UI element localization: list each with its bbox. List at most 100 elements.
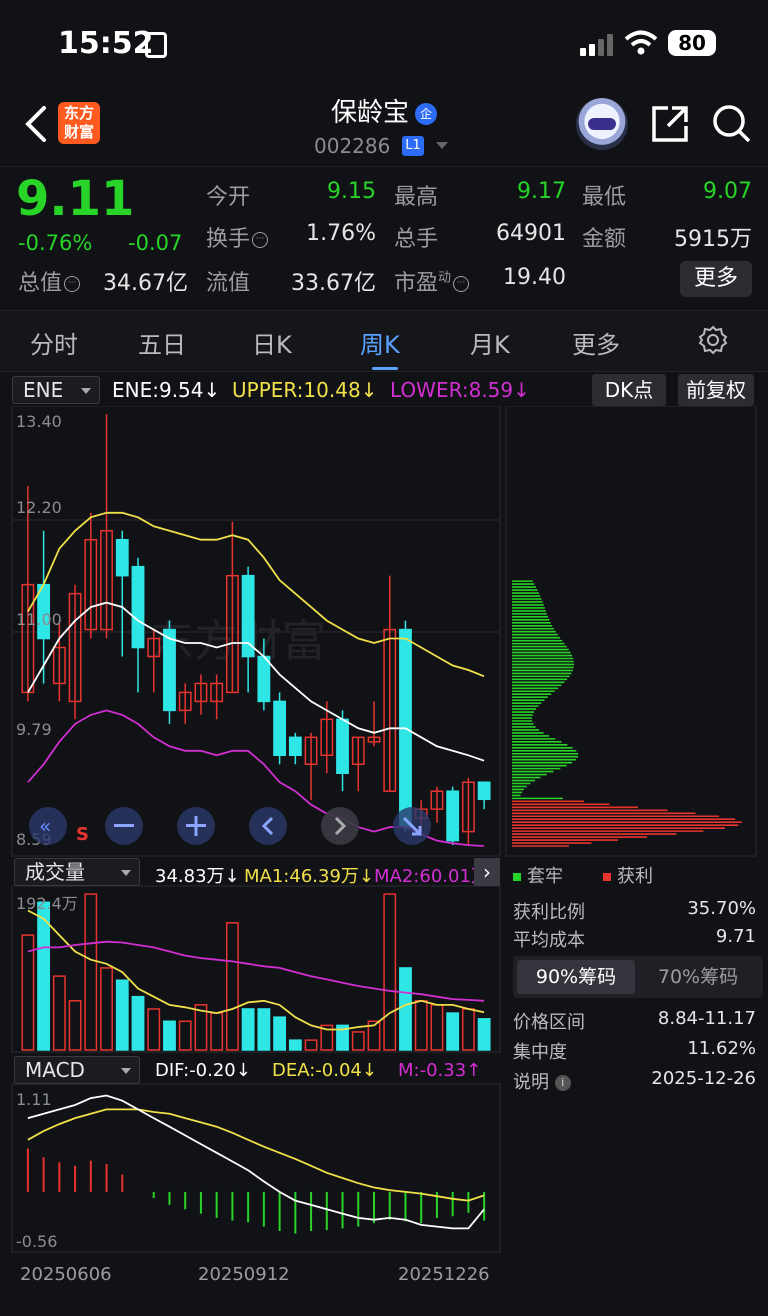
volume-value: 34.83万↓ <box>155 866 240 887</box>
stock-code: 002286 <box>314 134 391 158</box>
info-icon: ··· <box>453 276 470 292</box>
candle-body <box>288 736 302 757</box>
vol-ma2-value: MA2:60.01万 <box>374 866 489 887</box>
volume-indicator-select[interactable]: 成交量 <box>14 858 140 886</box>
turnover-label[interactable]: 换手 ··· <box>206 221 269 253</box>
price-range-value: 8.84-11.17 <box>657 1008 756 1029</box>
move-right-icon <box>321 807 359 845</box>
zoom-out-icon <box>105 807 143 845</box>
mktcap-value: 34.67亿 <box>103 271 188 296</box>
macd-indicator-select[interactable]: MACD <box>14 1056 140 1084</box>
reset-icon <box>393 807 431 845</box>
legend-trapped: 套牢 <box>513 862 563 888</box>
volume-value: 64901 <box>496 221 566 246</box>
tab-more[interactable]: 更多 <box>572 325 620 360</box>
volume-bar <box>257 1008 271 1051</box>
candle-body <box>336 718 349 775</box>
expand-arrow-icon[interactable]: › <box>474 858 500 886</box>
volume-bar <box>115 979 129 1051</box>
info-icon: ··· <box>252 232 269 248</box>
tab-monthly-k[interactable]: 月K <box>470 325 510 360</box>
chip-tabs: 90%筹码 70%筹码 <box>513 956 763 998</box>
candle-body <box>257 655 271 703</box>
tab-intraday[interactable]: 分时 <box>30 325 78 360</box>
volume-bar <box>461 1008 475 1051</box>
tab-chip-90[interactable]: 90%筹码 <box>517 960 635 994</box>
candle-body <box>163 628 176 712</box>
concentration-label: 集中度 <box>513 1042 567 1063</box>
svg-text:«: « <box>39 814 51 838</box>
avg-cost-label: 平均成本 <box>513 930 585 951</box>
zoom-in-icon <box>177 807 215 845</box>
dropdown-caret-icon[interactable] <box>436 142 448 149</box>
adjust-button[interactable]: 前复权 <box>678 374 754 406</box>
dif-value: DIF:-0.20↓ <box>155 1060 251 1081</box>
volume-bar <box>477 1018 491 1051</box>
volume-label: 总手 <box>394 227 439 252</box>
search-icon[interactable] <box>712 104 752 144</box>
volume-bar <box>37 901 51 1051</box>
candle-body <box>131 565 145 649</box>
low-label: 最低 <box>582 185 627 210</box>
svg-text:S: S <box>76 824 89 845</box>
macd-axis-bottom: -0.56 <box>16 1232 58 1251</box>
turnover-value: 1.76% <box>306 221 376 246</box>
tab-daily-k[interactable]: 日K <box>252 325 292 360</box>
ene-value: ENE:9.54↓ <box>112 378 221 402</box>
upper-value: UPPER:10.48↓ <box>232 378 378 402</box>
chart-controls: « S <box>29 807 431 845</box>
macd-axis-top: 1.11 <box>16 1090 52 1109</box>
enterprise-badge-icon: 企 <box>415 102 437 125</box>
volume-bar <box>163 1020 176 1051</box>
explain-label[interactable]: 说明 i <box>513 1068 571 1094</box>
stock-name-text: 保龄宝 <box>330 98 409 128</box>
dk-point-button[interactable]: DK点 <box>592 374 666 406</box>
pe-value: 19.40 <box>503 265 566 290</box>
profit-ratio-label: 获利比例 <box>513 902 585 923</box>
volume-bar <box>414 1000 428 1051</box>
volume-bar <box>351 1031 365 1051</box>
high-value: 9.17 <box>517 179 566 204</box>
avg-cost-value: 9.71 <box>715 926 756 947</box>
price-axis-label: 12.20 <box>16 498 62 517</box>
kline-chart[interactable]: 东方财富 <box>0 406 768 1302</box>
candle-body <box>477 781 491 801</box>
ai-assistant-robot-icon[interactable] <box>576 98 628 150</box>
move-left-icon <box>249 807 287 845</box>
change-percent: -0.76% <box>18 231 93 255</box>
volume-bar <box>399 967 412 1051</box>
cellular-signal-icon <box>580 34 613 56</box>
mktcap-label[interactable]: 总值 ··· <box>18 265 81 297</box>
volume-bar <box>273 1016 287 1051</box>
price-axis-label: 13.40 <box>16 412 62 431</box>
volume-bar <box>446 1012 460 1051</box>
volume-axis-label: 192.4万 <box>16 894 78 913</box>
gear-icon[interactable] <box>698 325 728 355</box>
id-card-icon <box>145 32 167 58</box>
amount-value: 5915万 <box>674 227 752 252</box>
open-value: 9.15 <box>327 179 376 204</box>
open-label: 今开 <box>206 185 251 210</box>
vol-ma1-value: MA1:46.39万↓ <box>244 866 374 887</box>
tab-five-day[interactable]: 五日 <box>138 325 186 360</box>
amount-label: 金额 <box>582 227 627 252</box>
candle-body <box>241 574 255 658</box>
dea-line <box>27 1108 485 1202</box>
more-quote-button[interactable]: 更多 <box>680 261 752 297</box>
volume-bar <box>178 1020 192 1051</box>
volume-bar <box>383 893 397 1051</box>
zoom-out-far-icon: « <box>29 807 67 845</box>
last-price: 9.11 <box>16 171 135 227</box>
volume-bar <box>131 995 145 1051</box>
macd-m-value: M:-0.33↑ <box>398 1060 482 1081</box>
tab-chip-70[interactable]: 70%筹码 <box>639 960 757 994</box>
concentration-value: 11.62% <box>687 1038 756 1059</box>
pe-label[interactable]: 市盈动 ··· <box>394 265 470 297</box>
volume-bar <box>68 1000 82 1051</box>
volume-bar <box>100 967 113 1051</box>
tab-weekly-k[interactable]: 周K <box>360 325 400 360</box>
share-icon[interactable] <box>650 104 690 144</box>
level1-badge[interactable]: L1 <box>402 136 424 156</box>
volume-bar <box>225 922 239 1051</box>
legend-profit: 获利 <box>603 862 653 888</box>
